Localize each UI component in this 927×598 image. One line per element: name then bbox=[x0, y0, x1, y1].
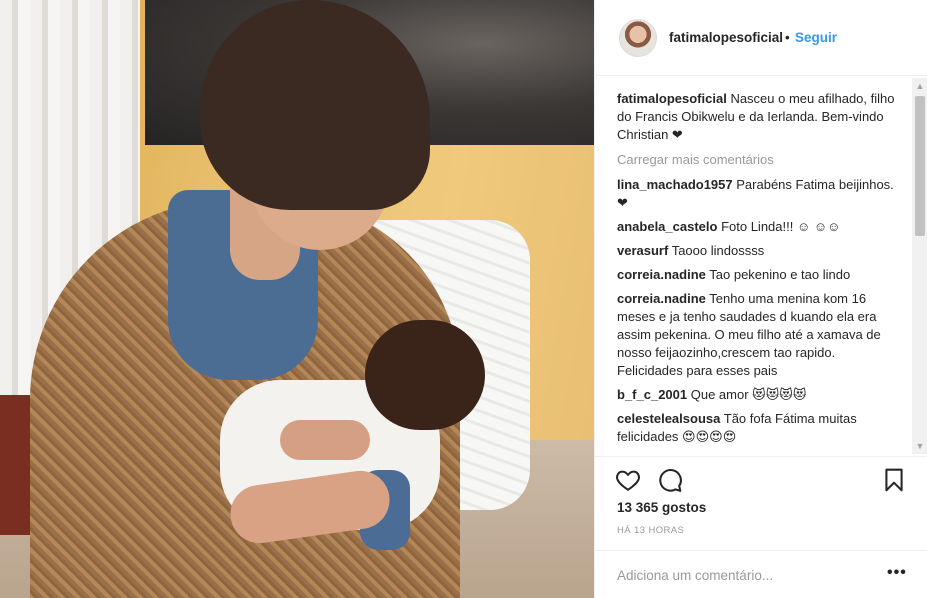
add-comment-input[interactable] bbox=[617, 565, 867, 585]
comments-scrollbar[interactable]: ▲ ▼ bbox=[912, 78, 927, 454]
comment-text: Que amor 😻😻😻😻 bbox=[690, 387, 807, 402]
avatar[interactable] bbox=[619, 19, 657, 57]
comment-item: celestelealsousa Tão fofa Fátima muitas … bbox=[617, 410, 913, 446]
add-comment-row: ••• bbox=[595, 550, 927, 598]
comment-username[interactable]: b_f_c_2001 bbox=[617, 387, 687, 402]
comment-item: anabela_castelo Foto Linda!!! ☺ ☺☺ bbox=[617, 218, 913, 236]
action-bar bbox=[595, 456, 927, 500]
comment-item: verasurf Taooo lindossss bbox=[617, 242, 913, 260]
post-photo[interactable] bbox=[0, 0, 594, 598]
comment-item: b_f_c_2001 Que amor 😻😻😻😻 bbox=[617, 386, 913, 404]
more-options-icon[interactable]: ••• bbox=[887, 564, 907, 582]
likes-count[interactable]: 13 365 gostos bbox=[617, 500, 706, 515]
baby-head bbox=[365, 320, 485, 430]
separator-dot: • bbox=[785, 30, 790, 45]
post-panel: fatimalopesoficial • Seguir fatimalopeso… bbox=[594, 0, 927, 598]
comment-text: Taooo lindossss bbox=[671, 243, 765, 258]
post-timestamp[interactable]: HÁ 13 HORAS bbox=[617, 525, 684, 536]
caption: fatimalopesoficial Nasceu o meu afilhado… bbox=[617, 90, 913, 144]
comment-item: correia.nadine Tenho uma menina kom 16 m… bbox=[617, 290, 913, 380]
scrollbar-thumb[interactable] bbox=[915, 96, 925, 236]
comment-item: lina_machado1957 Parabéns Fatima beijinh… bbox=[617, 176, 913, 212]
comment-username[interactable]: anabela_castelo bbox=[617, 219, 717, 234]
follow-button[interactable]: Seguir bbox=[795, 30, 837, 45]
scroll-down-arrow-icon[interactable]: ▼ bbox=[912, 438, 927, 454]
comment-username[interactable]: correia.nadine bbox=[617, 291, 706, 306]
comment-username[interactable]: verasurf bbox=[617, 243, 668, 258]
comment-username[interactable]: celestelealsousa bbox=[617, 411, 720, 426]
comment-text: Foto Linda!!! ☺ ☺☺ bbox=[721, 219, 841, 234]
hand bbox=[280, 420, 370, 460]
heart-icon[interactable] bbox=[615, 467, 641, 493]
load-more-comments[interactable]: Carregar mais comentários bbox=[617, 152, 913, 167]
bookmark-icon[interactable] bbox=[881, 467, 907, 493]
scroll-up-arrow-icon[interactable]: ▲ bbox=[912, 78, 927, 94]
comment-username[interactable]: correia.nadine bbox=[617, 267, 706, 282]
shelf bbox=[0, 395, 30, 535]
comment-icon[interactable] bbox=[657, 467, 683, 493]
header-username[interactable]: fatimalopesoficial bbox=[669, 30, 783, 45]
post-header: fatimalopesoficial • Seguir bbox=[595, 0, 927, 76]
comment-item: correia.nadine Tao pekenino e tao lindo bbox=[617, 266, 913, 284]
comments-list[interactable]: fatimalopesoficial Nasceu o meu afilhado… bbox=[595, 82, 913, 452]
comment-text: Tao pekenino e tao lindo bbox=[709, 267, 851, 282]
comment-username[interactable]: lina_machado1957 bbox=[617, 177, 733, 192]
caption-username[interactable]: fatimalopesoficial bbox=[617, 91, 727, 106]
